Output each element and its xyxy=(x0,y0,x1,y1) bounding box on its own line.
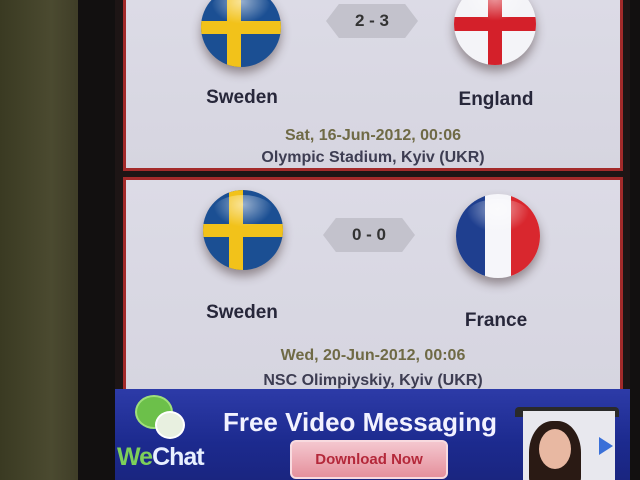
home-team-name: Sweden xyxy=(206,87,278,108)
match-date: Wed, 20-Jun-2012, 00:06 xyxy=(280,347,466,364)
match-card[interactable]: 0 - 0 Sweden France Wed, 20-Jun-2012, 00… xyxy=(123,177,623,393)
away-team-name: France xyxy=(464,310,528,331)
ad-headline: Free Video Messaging xyxy=(222,407,498,437)
download-now-button[interactable]: Download Now xyxy=(290,440,448,479)
match-score: 2 - 3 xyxy=(326,4,418,38)
match-venue: NSC Olimpiyskiy, Kyiv (UKR) xyxy=(263,372,483,389)
away-team-name: England xyxy=(458,89,534,110)
ad-model-photo xyxy=(523,411,615,480)
home-team-name: Sweden xyxy=(206,302,278,323)
match-venue: Olympic Stadium, Kyiv (UKR) xyxy=(261,149,485,166)
match-card[interactable]: 2 - 3 Sweden England Sat, 16-Jun-2012, 0… xyxy=(123,0,623,171)
france-flag-icon xyxy=(456,194,540,278)
match-date: Sat, 16-Jun-2012, 00:06 xyxy=(284,127,462,144)
sweden-flag-icon xyxy=(201,0,281,67)
england-flag-icon xyxy=(454,0,536,65)
play-icon xyxy=(599,437,613,455)
match-score: 0 - 0 xyxy=(323,218,415,252)
wechat-logo: WeChat xyxy=(115,393,225,477)
wechat-wordmark: WeChat xyxy=(117,443,205,471)
sweden-flag-icon xyxy=(203,190,283,270)
ad-banner[interactable]: WeChat Free Video Messaging Download Now xyxy=(115,389,630,480)
